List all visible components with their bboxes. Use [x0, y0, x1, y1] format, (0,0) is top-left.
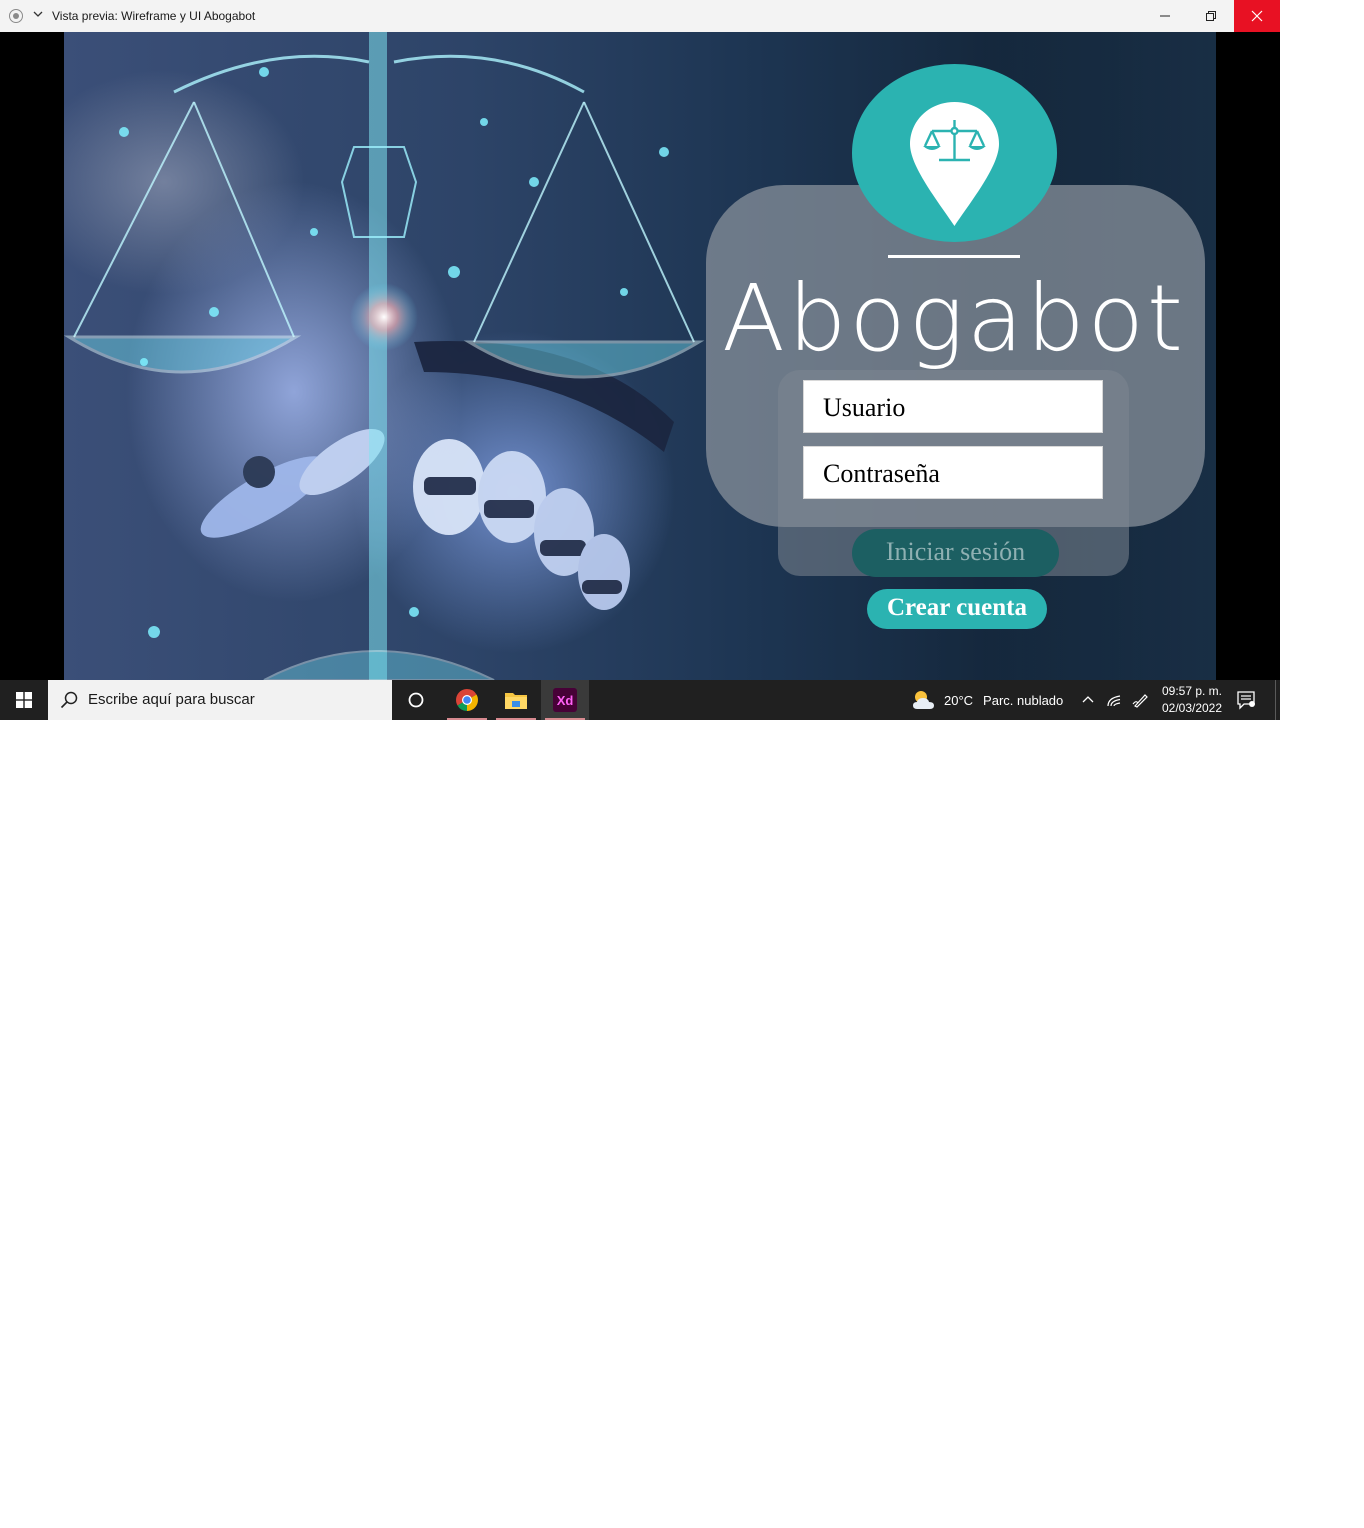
file-explorer-icon: [505, 693, 527, 709]
preview-app-icon[interactable]: [9, 9, 23, 23]
app-logo: [852, 64, 1057, 242]
clock-date: 02/03/2022: [1161, 701, 1223, 715]
logo-divider: [888, 255, 1020, 258]
close-button[interactable]: [1234, 0, 1280, 32]
weather-widget[interactable]: 20°C Parc. nublado: [912, 680, 1063, 720]
username-field[interactable]: Usuario: [803, 380, 1103, 433]
window-title-bar: Vista previa: Wireframe y UI Abogabot: [0, 0, 1280, 32]
partly-cloudy-icon: [913, 691, 934, 709]
xd-label: Xd: [557, 693, 574, 708]
artboard-login-screen: Abogabot Usuario Contraseña Iniciar sesi…: [64, 32, 1216, 680]
search-icon: [60, 691, 78, 709]
cortana-button[interactable]: [392, 680, 440, 720]
taskbar-chrome[interactable]: [443, 680, 491, 720]
minimize-button[interactable]: [1142, 0, 1188, 32]
action-center-icon[interactable]: [1236, 690, 1256, 715]
taskbar-search[interactable]: Escribe aquí para buscar: [48, 680, 392, 720]
justice-scale-pin-icon: [910, 102, 999, 226]
window-title: Vista previa: Wireframe y UI Abogabot: [52, 9, 256, 23]
weather-temperature: 20°C: [944, 692, 974, 708]
search-placeholder: Escribe aquí para buscar: [88, 691, 255, 708]
taskbar-file-explorer[interactable]: [492, 680, 540, 720]
weather-condition: Parc. nublado: [983, 692, 1064, 708]
show-hidden-icons-chevron-icon[interactable]: [1081, 692, 1095, 711]
pen-ink-workspace-icon[interactable]: [1132, 692, 1150, 713]
show-desktop-button[interactable]: [1275, 680, 1276, 720]
minimize-icon: [1160, 15, 1170, 17]
restore-button[interactable]: [1188, 0, 1234, 32]
network-icon[interactable]: [1106, 692, 1122, 713]
chevron-down-icon[interactable]: [32, 7, 44, 21]
create-account-button[interactable]: Crear cuenta: [867, 589, 1047, 629]
windows-taskbar: Escribe aquí para buscar Xd 20°C Parc. n…: [0, 680, 1280, 720]
password-field[interactable]: Contraseña: [803, 446, 1103, 499]
clock-time: 09:57 p. m.: [1161, 684, 1223, 698]
taskbar-clock[interactable]: 09:57 p. m. 02/03/2022: [1160, 683, 1224, 717]
preview-viewport: Abogabot Usuario Contraseña Iniciar sesi…: [0, 32, 1280, 680]
chrome-icon: [456, 689, 478, 711]
cortana-icon: [408, 692, 424, 708]
close-icon: [1251, 10, 1263, 22]
brand-name: Abogabot: [722, 265, 1186, 372]
adobe-xd-icon: Xd: [553, 688, 577, 712]
start-button[interactable]: [0, 680, 48, 720]
login-button[interactable]: Iniciar sesión: [852, 529, 1059, 577]
restore-icon: [1206, 11, 1216, 21]
taskbar-adobe-xd[interactable]: Xd: [541, 680, 589, 720]
windows-logo-icon: [16, 692, 32, 708]
